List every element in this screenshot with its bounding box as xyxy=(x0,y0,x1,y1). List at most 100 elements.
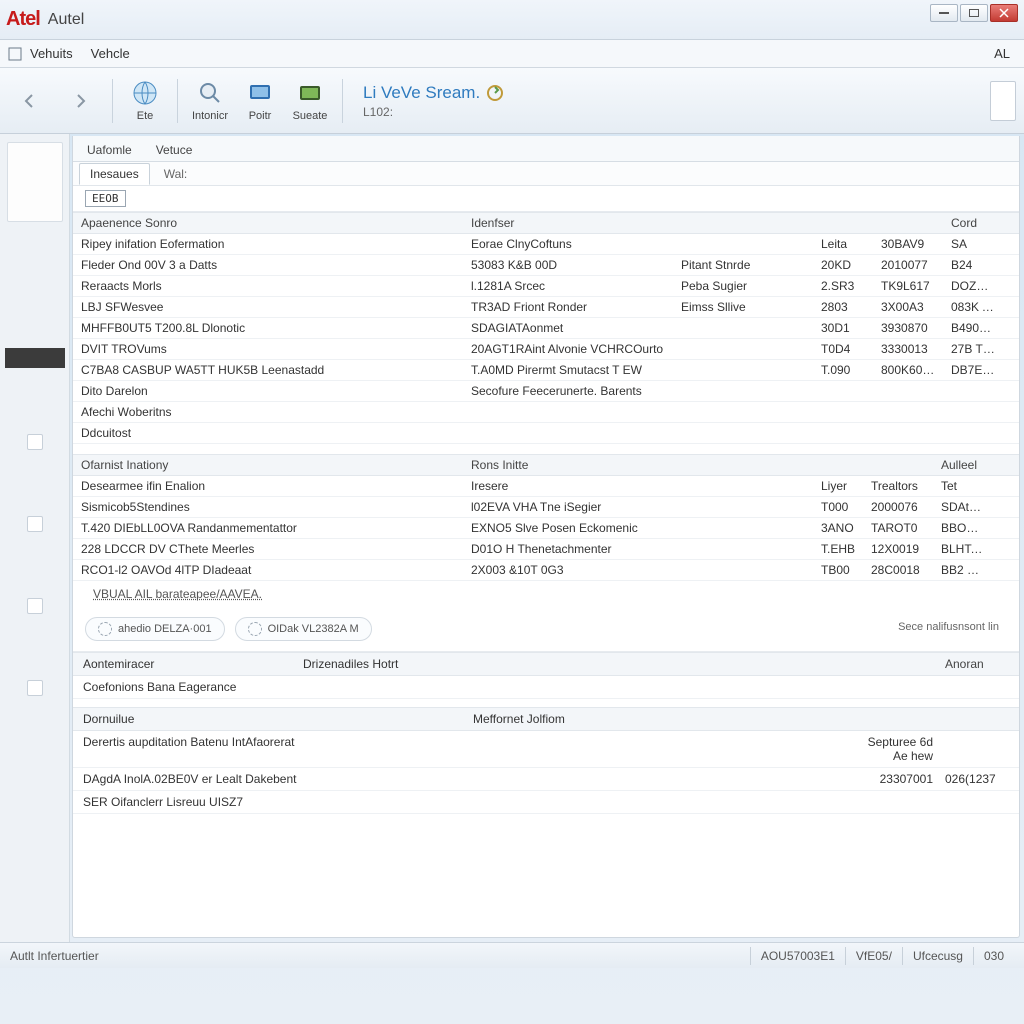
g1h5[interactable]: Cord xyxy=(943,213,1003,233)
table-row[interactable]: MHFFB0UT5 T200.8L DlonoticSDAGIATAonmet3… xyxy=(73,318,1019,339)
tool-poitr[interactable]: Poitr xyxy=(238,79,282,122)
cell: C7BA8 CASBUP WA5TT HUK5B Leenastadd xyxy=(73,360,463,380)
table-row[interactable]: LBJ SFWesveeTR3AD Friont RonderEimss Sll… xyxy=(73,297,1019,318)
cell xyxy=(463,423,673,443)
main-tab-2[interactable]: Vetuce xyxy=(150,139,199,161)
table-row[interactable]: Afechi Woberitns xyxy=(73,402,1019,423)
cell xyxy=(943,381,1003,401)
sidebar-mini-3[interactable] xyxy=(27,598,43,614)
g1h0[interactable]: Apaenence Sonro xyxy=(73,213,463,233)
cell: B24 xyxy=(943,255,1003,275)
table-row[interactable]: T.420 DIEbLL0OVA RandanmementattorEXNO5 … xyxy=(73,518,1019,539)
tool-sueate[interactable]: Sueate xyxy=(288,79,332,122)
grid2-header-1: Ofarnist Inationy Rons Initte Aulleel xyxy=(73,454,1019,476)
table-row[interactable]: Ddcuitost xyxy=(73,423,1019,444)
cell: Sismicob5Stendines xyxy=(73,497,463,517)
maximize-button[interactable] xyxy=(960,4,988,22)
status-bar: Autlt Infertuertier AOU57003E1 VfE05/ Uf… xyxy=(0,942,1024,968)
sect3-row[interactable]: Coefonions Bana Eagerance xyxy=(73,676,1019,699)
cell: 026(1237 xyxy=(939,768,1019,790)
table-row[interactable]: DVIT TROVums20AGT1RAint Alvonie VCHRCOur… xyxy=(73,339,1019,360)
cell: TK9L617 xyxy=(873,276,943,296)
g2h0[interactable]: Ofarnist Inationy xyxy=(73,455,463,475)
g2h1[interactable]: Rons Initte xyxy=(463,455,813,475)
table-row[interactable]: Fleder Ond 00V 3 a Datts53083 K&B 00DPit… xyxy=(73,255,1019,276)
refresh-icon[interactable] xyxy=(486,84,504,102)
grid-1: Apaenence Sonro Idenfser Cord Ripey inif… xyxy=(73,212,1019,444)
sect3h-x: Anoran xyxy=(939,653,1019,675)
app-logo: Atel xyxy=(6,8,40,31)
chip-1[interactable]: ahedio DELZA·001 xyxy=(85,617,225,641)
entry-field[interactable]: EEOB xyxy=(85,190,126,207)
sidebar-mini-2[interactable] xyxy=(27,516,43,532)
cell: B490A A xyxy=(943,318,1003,338)
g2h5[interactable]: Aulleel xyxy=(933,455,993,475)
table-row[interactable]: C7BA8 CASBUP WA5TT HUK5B LeenastaddT.A0M… xyxy=(73,360,1019,381)
cell: 12X0019 xyxy=(863,539,933,559)
tool-ete[interactable]: Ete xyxy=(123,79,167,122)
cell xyxy=(673,381,813,401)
menu-bar: Vehuits Vehcle AL xyxy=(0,40,1024,68)
menu-item-2[interactable]: Vehcle xyxy=(91,46,130,61)
tool-ete-label: Ete xyxy=(137,110,154,122)
tool-intonicr[interactable]: Intonicr xyxy=(188,79,232,122)
cell: LBJ SFWesvee xyxy=(73,297,463,317)
tool-forward[interactable] xyxy=(58,87,102,115)
menu-item-1[interactable]: Vehuits xyxy=(30,46,73,61)
cell: Derertis aupditation Batenu IntAfaorerat xyxy=(73,731,463,767)
table-row[interactable]: RCO1-l2 OAVOd 4lTP DIadeaat2X003 &10T 0G… xyxy=(73,560,1019,581)
title-bar: Atel Autel xyxy=(0,0,1024,40)
close-button[interactable] xyxy=(990,4,1018,22)
table-row[interactable]: Reraacts Morlsl.1281A SrcecPeba Sugier2.… xyxy=(73,276,1019,297)
minimize-button[interactable] xyxy=(930,4,958,22)
sub-tab-2[interactable]: Wal: xyxy=(154,164,198,184)
sidebar-thumb[interactable] xyxy=(7,142,63,222)
cell xyxy=(673,339,813,359)
status-s1: AOU57003E1 xyxy=(750,947,845,965)
cell xyxy=(939,731,1019,767)
table-row[interactable]: SER Oifanclerr Lisreuu UISZ7 xyxy=(73,791,1019,814)
tool-back[interactable] xyxy=(8,87,52,115)
g1h2[interactable] xyxy=(673,213,813,233)
sect4-header: Dornuilue Meffornet Jolfiom xyxy=(73,707,1019,731)
cell: MHFFB0UT5 T200.8L Dlonotic xyxy=(73,318,463,338)
chip-2[interactable]: OIDak VL2382A M xyxy=(235,617,372,641)
cell: 28C0018 xyxy=(863,560,933,580)
g1h4[interactable] xyxy=(873,213,943,233)
toolbar-sep xyxy=(177,79,178,123)
main-tab-1[interactable]: Uafomle xyxy=(81,139,138,161)
toolbar-sep xyxy=(112,79,113,123)
g1h3[interactable] xyxy=(813,213,873,233)
cell: RCO1-l2 OAVOd 4lTP DIadeaat xyxy=(73,560,463,580)
cell xyxy=(673,360,813,380)
sub-tab-active[interactable]: Inesaues xyxy=(79,163,150,185)
cell xyxy=(939,791,1019,813)
toolbar-right-box[interactable] xyxy=(990,81,1016,121)
sidebar xyxy=(0,134,70,942)
g2h3[interactable] xyxy=(813,455,863,475)
table-row[interactable]: Dito DarelonSecofure Feecerunerte. Baren… xyxy=(73,381,1019,402)
cell: Septuree 6d Ae hew xyxy=(859,731,939,767)
chip-icon xyxy=(248,622,262,636)
menu-right[interactable]: AL xyxy=(994,46,1010,61)
cell: DVIT TROVums xyxy=(73,339,463,359)
cell: Ripey inifation Eofermation xyxy=(73,234,463,254)
table-row[interactable]: DAgdA InolA.02BE0V er Lealt Dakebent2330… xyxy=(73,768,1019,791)
card-icon xyxy=(296,79,324,107)
g2h4[interactable] xyxy=(863,455,933,475)
g1h1[interactable]: Idenfser xyxy=(463,213,673,233)
table-row[interactable]: Sismicob5Stendinesl02EVA VHA Tne iSegier… xyxy=(73,497,1019,518)
sect3h-r: Drizenadiles Hotrt xyxy=(293,653,939,675)
cell: SER Oifanclerr Lisreuu UISZ7 xyxy=(73,791,463,813)
cell: 2.SR3 xyxy=(813,276,873,296)
sidebar-mini-1[interactable] xyxy=(27,434,43,450)
table-row[interactable]: Ripey inifation EofermationEorae ClnyCof… xyxy=(73,234,1019,255)
cell: Dito Darelon xyxy=(73,381,463,401)
table-row[interactable]: Derertis aupditation Batenu IntAfaorerat… xyxy=(73,731,1019,768)
chip-2-label: OIDak VL2382A M xyxy=(268,623,359,635)
link-row[interactable]: VBUAL AIL barateapee/AAVEA. xyxy=(73,581,1019,607)
tool-sueate-label: Sueate xyxy=(293,110,328,122)
sidebar-mini-4[interactable] xyxy=(27,680,43,696)
table-row[interactable]: 228 LDCCR DV CThete MeerlesD01O H Thenet… xyxy=(73,539,1019,560)
cell xyxy=(673,234,813,254)
